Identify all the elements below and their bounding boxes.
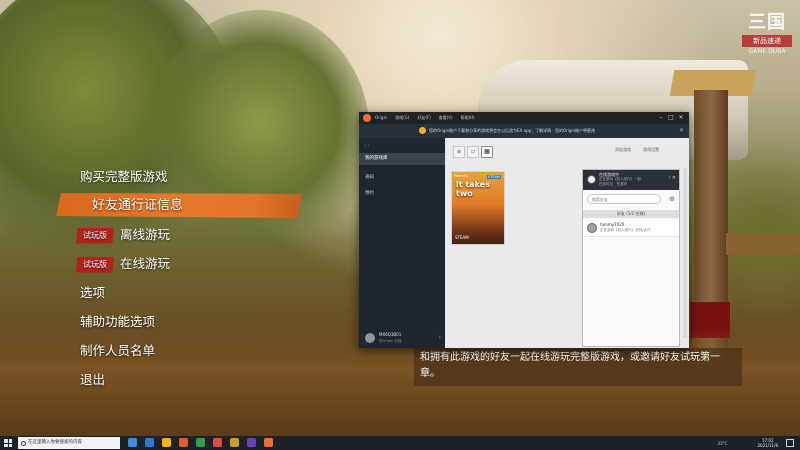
menu-friends[interactable]: 好友(F) — [417, 112, 430, 124]
taskbar-apps — [128, 438, 281, 447]
banner-close-icon[interactable]: ✕ — [679, 124, 684, 138]
steam-label: STEAM — [455, 235, 469, 240]
close-icon[interactable]: ✕ — [676, 112, 686, 124]
taskbar-app-icon[interactable] — [264, 438, 273, 447]
menu-item-label: 购买完整版游戏 — [80, 169, 168, 184]
avatar — [587, 223, 597, 233]
origin-window: Origin 游戏(G) 好友(F) 查看(V) 帮助(H) – □ ✕ 您的O… — [359, 112, 689, 348]
menu-exit[interactable]: 退出 — [80, 368, 105, 392]
watermark-sub: 新品速递 — [742, 35, 792, 47]
menu-options[interactable]: 选项 — [80, 281, 105, 305]
taskbar-search-input[interactable]: 在这里输入你要搜索的内容 — [18, 437, 120, 449]
menu-view[interactable]: 查看(V) — [439, 112, 453, 124]
menu-item-label: 制作人员名单 — [80, 343, 156, 358]
friend-search-input[interactable]: 搜索好友 — [587, 194, 661, 204]
taskbar-app-icon[interactable] — [230, 438, 239, 447]
menu-accessibility[interactable]: 辅助功能选项 — [80, 310, 155, 334]
origin-sidebar: ‹ › 我的游戏库 通知 预约 MX6Q3B01 在Origin 在线 › — [359, 138, 445, 348]
friend-status: 正在游玩《双人成行》· 在线·大厅 — [600, 228, 651, 232]
menu-buy-full-game[interactable]: 购买完整版游戏 — [80, 165, 168, 189]
back-forward-icon[interactable]: ‹ › — [364, 143, 370, 149]
cover-brand: Friend's — [454, 174, 468, 178]
scrollbar[interactable] — [683, 168, 687, 338]
panel-controls-icon[interactable]: ‹ ✕ — [668, 175, 676, 181]
chevron-right-icon: › — [438, 334, 441, 341]
menu-item-label: 选项 — [80, 285, 106, 300]
info-icon — [419, 127, 426, 134]
wood-plank — [726, 233, 800, 255]
menu-item-label: 好友通行证信息 — [92, 198, 184, 213]
menu-description: 和拥有此游戏的好友一起在线游玩完整版游戏，或邀请好友试玩第一章。 — [414, 348, 742, 386]
taskbar-app-icon[interactable] — [196, 438, 205, 447]
notice-banner: 您的Origin账户下载和分享的游戏将会在以后改为EA app；了解详情 · 您… — [359, 124, 689, 138]
friends-group-header[interactable]: 好友 (1/1 在线) — [583, 210, 679, 218]
windows-start-icon[interactable] — [4, 439, 12, 447]
friends-panel-header: 在线游戏中 正在游玩《双人成行》一起 在线可见 · 在游戏 ‹ ✕ — [583, 170, 679, 190]
banner-text[interactable]: 您的Origin账户下载和分享的游戏将会在以后改为EA app；了解详情 · 您… — [429, 124, 595, 138]
game-tile[interactable]: Friend's STEAM it takes two STEAM — [451, 171, 505, 245]
menu-help[interactable]: 帮助(H) — [461, 112, 475, 124]
taskbar-app-icon[interactable] — [128, 438, 137, 447]
clock-date: 2021/11/6 — [757, 443, 778, 448]
origin-menubar: Origin 游戏(G) 好友(F) 查看(V) 帮助(H) — [375, 112, 483, 124]
add-game-button[interactable]: 添加游戏 — [615, 147, 631, 153]
clock[interactable]: 17:02 2021/11/6 — [757, 438, 778, 448]
trial-badge: 试玩版 — [76, 227, 114, 244]
grid-view-icon[interactable]: ▦ — [481, 146, 493, 158]
origin-logo-icon — [363, 114, 371, 122]
self-status-visibility: 在线可见 · 在游戏 — [599, 182, 627, 186]
notification-icon[interactable] — [786, 439, 794, 447]
view-toggle: ≡ ▫ ▦ — [453, 146, 495, 158]
menu-origin[interactable]: Origin — [375, 112, 387, 124]
taskbar-app-icon[interactable] — [162, 438, 171, 447]
menu-games[interactable]: 游戏(G) — [395, 112, 409, 124]
menu-friends-pass-info[interactable]: 好友通行证信息 — [56, 193, 302, 218]
watermark: 三国 新品速递 GAME.DUBA — [742, 12, 792, 55]
avatar — [365, 333, 375, 343]
avatar — [587, 175, 596, 184]
friends-panel: 在线游戏中 正在游玩《双人成行》一起 在线可见 · 在游戏 ‹ ✕ 搜索好友 ⊕… — [582, 169, 680, 347]
trial-badge: 试玩版 — [76, 256, 114, 273]
watermark-logo: 三国 — [748, 12, 786, 33]
game-settings-button[interactable]: 游戏设置 — [643, 147, 659, 153]
taskbar-app-icon[interactable] — [145, 438, 154, 447]
tree-foliage-middle — [150, 10, 370, 260]
watermark-sub2: GAME.DUBA — [748, 48, 786, 55]
taskbar: 在这里输入你要搜索的内容 23°C 17:02 2021/11/6 — [0, 436, 800, 450]
library-tools: 添加游戏 游戏设置 — [603, 147, 659, 153]
sidebar-user-profile[interactable]: MX6Q3B01 在Origin 在线 › — [365, 332, 441, 346]
menu-credits[interactable]: 制作人员名单 — [80, 339, 155, 363]
list-view-icon[interactable]: ≡ — [453, 146, 465, 158]
taskbar-app-icon[interactable] — [179, 438, 188, 447]
add-friend-icon[interactable]: ⊕ — [669, 194, 675, 204]
menu-item-label: 辅助功能选项 — [80, 314, 156, 329]
menu-item-label: 在线游玩 — [120, 256, 171, 271]
menu-online-play[interactable]: 试玩版 在线游玩 — [76, 252, 170, 276]
window-controls: – □ ✕ — [656, 112, 686, 124]
sidebar-item-reservations[interactable]: 预约 — [359, 188, 445, 200]
maximize-icon[interactable]: □ — [666, 112, 676, 124]
taskbar-app-icon[interactable] — [247, 438, 256, 447]
sidebar-item-game-library[interactable]: 我的游戏库 — [359, 153, 445, 165]
friend-list-item[interactable]: tommy7020 正在游玩《双人成行》· 在线·大厅 — [583, 220, 679, 237]
taskbar-app-icon[interactable] — [213, 438, 222, 447]
friend-name: tommy7020 — [600, 222, 625, 227]
user-status: 在Origin 在线 — [379, 339, 402, 343]
game-title: it takes two — [456, 180, 490, 198]
origin-titlebar: Origin 游戏(G) 好友(F) 查看(V) 帮助(H) – □ ✕ — [359, 112, 689, 124]
menu-item-label: 退出 — [80, 372, 106, 387]
sidebar-item-notifications[interactable]: 通知 — [359, 172, 445, 184]
minimize-icon[interactable]: – — [656, 112, 666, 124]
weather-temp[interactable]: 23°C — [718, 441, 728, 446]
cover-tag: STEAM — [487, 175, 501, 179]
menu-item-label: 离线游玩 — [120, 227, 171, 242]
menu-offline-play[interactable]: 试玩版 离线游玩 — [76, 223, 170, 247]
system-tray: 23°C 17:02 2021/11/6 — [718, 436, 794, 450]
small-grid-icon[interactable]: ▫ — [467, 146, 479, 158]
